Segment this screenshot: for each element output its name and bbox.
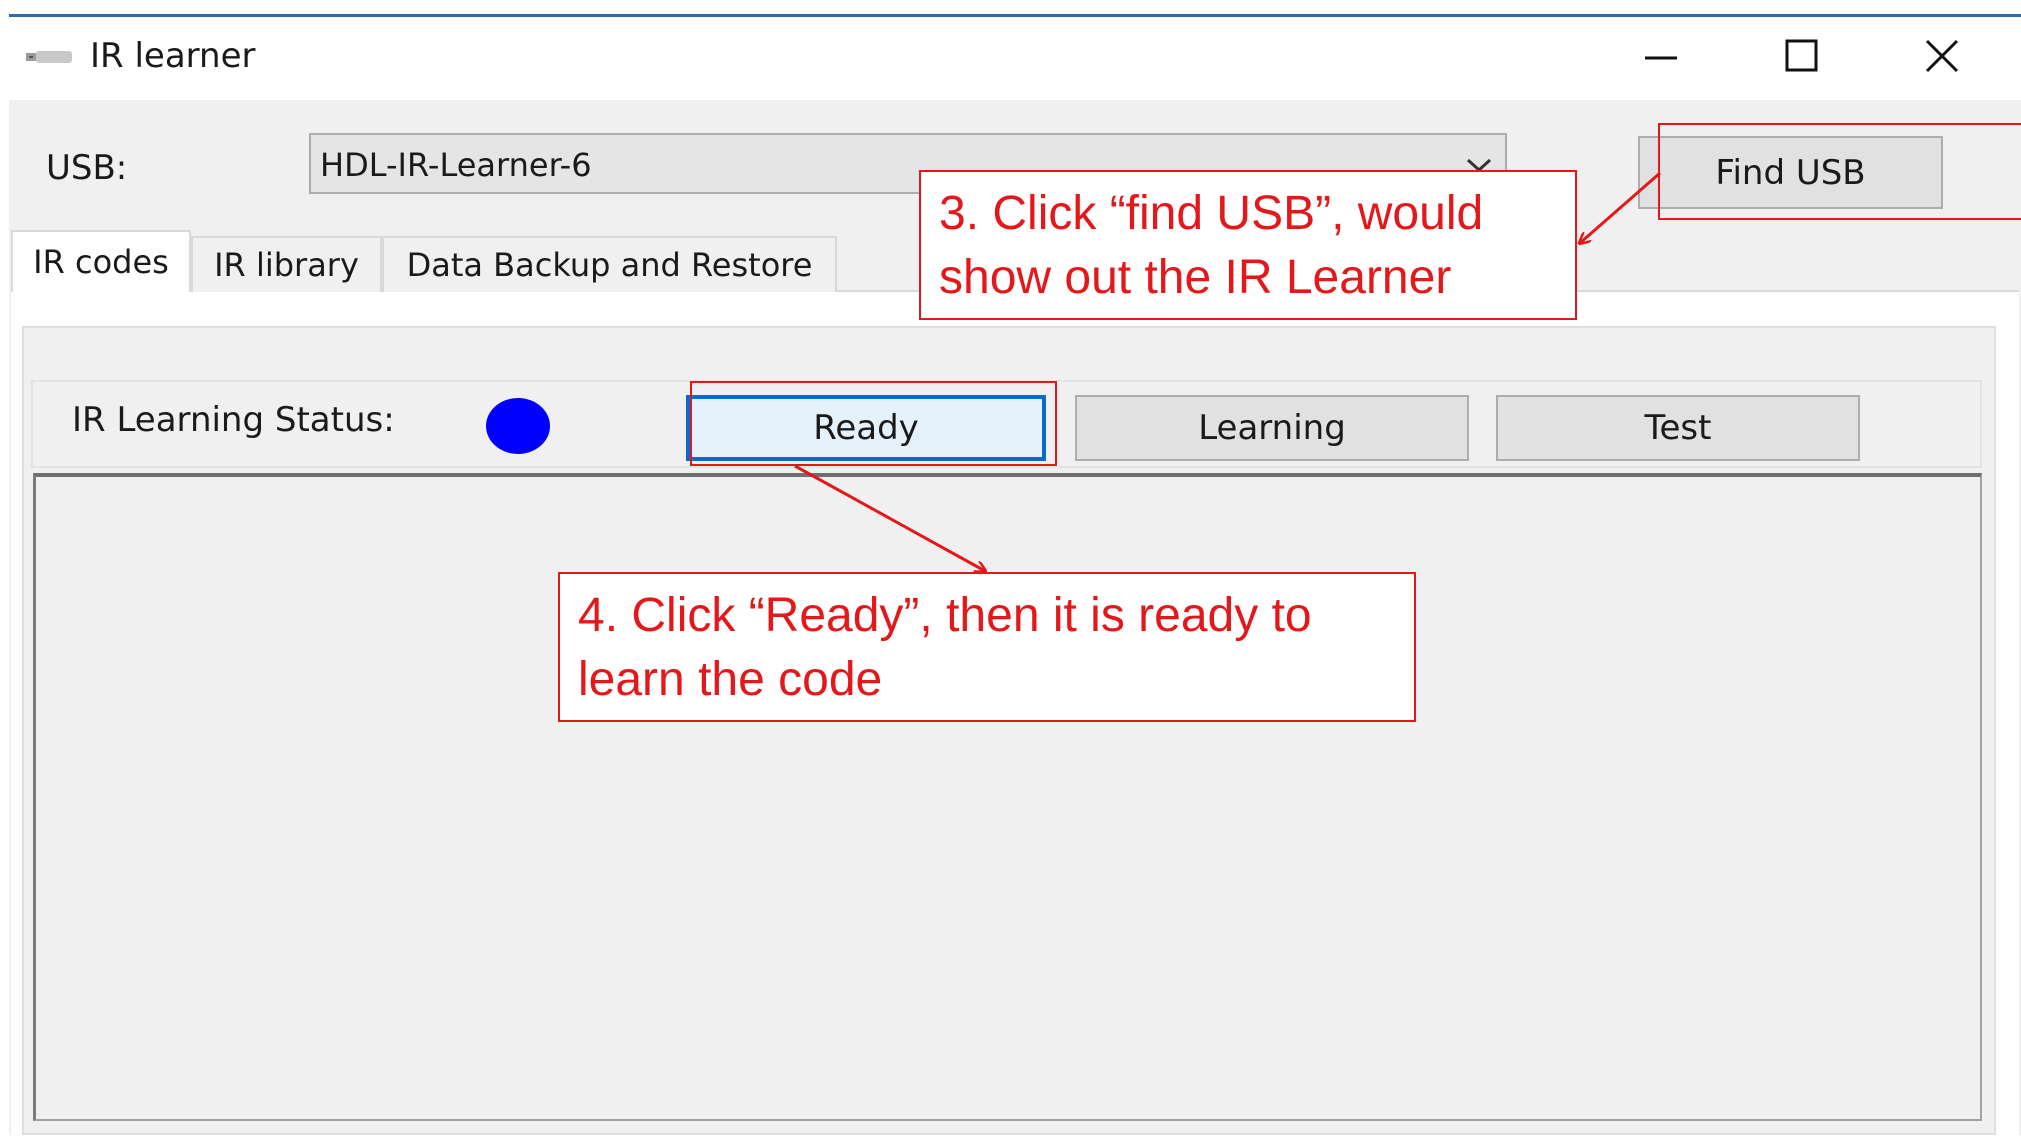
close-button[interactable]: [1897, 32, 1987, 80]
step3-line2: show out the IR Learner: [939, 251, 1452, 304]
tab-ir-codes[interactable]: IR codes: [11, 230, 191, 292]
ready-highlight: [690, 381, 1057, 466]
status-indicator: [486, 398, 550, 454]
title-bar: [9, 17, 2021, 100]
minimize-button[interactable]: [1617, 32, 1707, 80]
find-usb-highlight: [1658, 123, 2021, 220]
close-icon: [1925, 39, 1959, 73]
step4-line1: 4. Click “Ready”, then it is ready to: [578, 589, 1312, 642]
ir-code-output-area[interactable]: [33, 473, 1982, 1121]
step4-annotation: 4. Click “Ready”, then it is ready to le…: [558, 572, 1416, 722]
step4-line2: learn the code: [578, 653, 883, 706]
usb-app-icon: [26, 51, 72, 63]
minimize-icon: [1645, 56, 1677, 60]
step3-line1: 3. Click “find USB”, would: [939, 187, 1484, 240]
maximize-icon: [1785, 39, 1818, 72]
tab-ir-library[interactable]: IR library: [191, 236, 382, 292]
usb-label: USB:: [46, 148, 128, 188]
tab-data-backup-restore[interactable]: Data Backup and Restore: [382, 236, 837, 292]
test-button[interactable]: Test: [1496, 395, 1860, 461]
window-title: IR learner: [90, 36, 256, 76]
learning-button[interactable]: Learning: [1075, 395, 1469, 461]
usb-device-value: HDL-IR-Learner-6: [320, 146, 592, 184]
step3-annotation: 3. Click “find USB”, would show out the …: [919, 170, 1577, 320]
maximize-button[interactable]: [1757, 32, 1847, 80]
ir-learning-status-label: IR Learning Status:: [72, 400, 395, 440]
